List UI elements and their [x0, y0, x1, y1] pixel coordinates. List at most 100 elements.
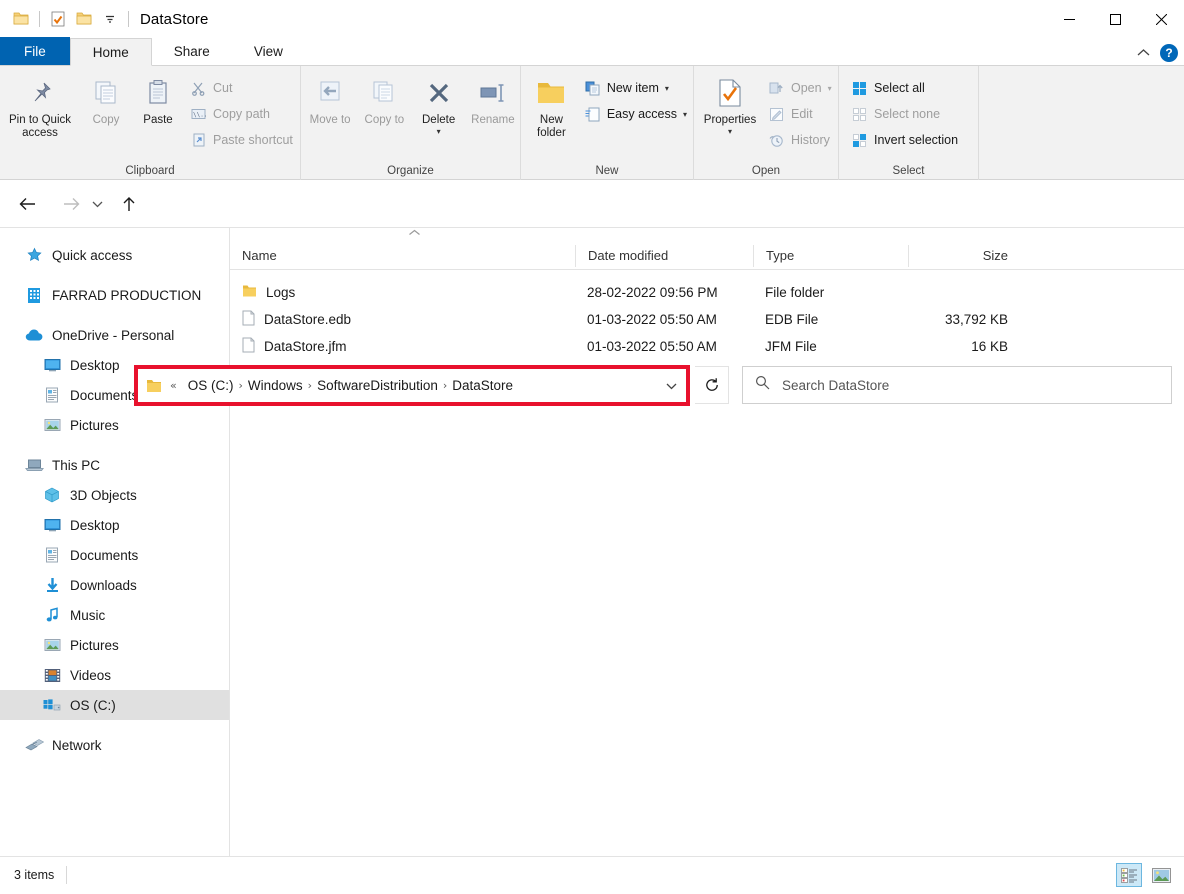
- breadcrumb-item-3[interactable]: DataStore: [447, 372, 518, 399]
- sidebar-item-videos[interactable]: Videos: [0, 660, 229, 690]
- details-view-button[interactable]: [1116, 863, 1142, 887]
- paste-shortcut-button[interactable]: Paste shortcut: [184, 128, 299, 152]
- network-icon: [24, 738, 44, 753]
- open-caret-icon[interactable]: ▾: [828, 84, 832, 93]
- edit-button[interactable]: Edit: [762, 102, 838, 126]
- sidebar-item-quick-access[interactable]: Quick access: [0, 240, 229, 270]
- table-row[interactable]: Logs 28-02-2022 09:56 PM File folder: [230, 279, 1184, 306]
- breadcrumb-item-1[interactable]: Windows: [243, 372, 308, 399]
- chevron-up-icon[interactable]: [1137, 46, 1150, 60]
- help-button[interactable]: ?: [1160, 44, 1178, 62]
- breadcrumb-item-0[interactable]: OS (C:): [183, 372, 239, 399]
- search-box[interactable]: Search DataStore: [742, 366, 1172, 404]
- select-none-label: Select none: [874, 107, 941, 121]
- column-header-date-modified[interactable]: Date modified: [575, 244, 753, 267]
- open-button[interactable]: Open ▾: [762, 76, 838, 100]
- sidebar-label: Desktop: [70, 517, 120, 533]
- properties-caret-icon[interactable]: ▾: [728, 127, 732, 136]
- sidebar-label: Downloads: [70, 577, 137, 593]
- breadcrumb-dropdown-icon[interactable]: [658, 372, 684, 399]
- cut-button[interactable]: Cut: [184, 76, 299, 100]
- desktop-icon: [42, 358, 62, 372]
- new-folder-button[interactable]: New folder: [525, 70, 578, 140]
- sidebar-label: FARRAD PRODUCTION: [52, 287, 202, 303]
- sidebar-item-network[interactable]: Network: [0, 730, 229, 760]
- sidebar-item-documents[interactable]: Documents: [0, 540, 229, 570]
- search-input[interactable]: Search DataStore: [782, 378, 889, 393]
- file-name-cell[interactable]: DataStore.edb: [230, 310, 575, 329]
- easy-access-button[interactable]: Easy access ▾: [578, 102, 693, 126]
- file-list-pane: Name Date modified Type Size Logs 28-02-…: [230, 228, 1184, 856]
- sidebar-item-music[interactable]: Music: [0, 600, 229, 630]
- table-row[interactable]: DataStore.jfm 01-03-2022 05:50 AM JFM Fi…: [230, 333, 1184, 360]
- tab-home[interactable]: Home: [69, 38, 152, 66]
- customize-dropdown-icon[interactable]: [97, 6, 123, 32]
- sidebar-item-3d-objects[interactable]: 3D Objects: [0, 480, 229, 510]
- column-header-type[interactable]: Type: [753, 244, 908, 267]
- rename-icon: [477, 74, 509, 112]
- ribbon-group-label-organize: Organize: [387, 165, 434, 177]
- file-name-cell[interactable]: Logs: [230, 284, 575, 301]
- select-all-button[interactable]: Select all: [845, 76, 964, 100]
- sidebar-item-this-pc[interactable]: This PC: [0, 450, 229, 480]
- copy-button[interactable]: Copy: [80, 70, 132, 127]
- delete-button[interactable]: Delete ▾: [412, 70, 466, 136]
- back-button[interactable]: [12, 189, 42, 219]
- move-to-button[interactable]: Move to: [303, 70, 357, 127]
- refresh-button[interactable]: [695, 366, 729, 404]
- forward-button[interactable]: [56, 189, 86, 219]
- new-folder-icon[interactable]: [71, 6, 97, 32]
- properties-icon[interactable]: [45, 6, 71, 32]
- file-type-cell: File folder: [765, 285, 825, 300]
- copy-path-button[interactable]: \\.. Copy path: [184, 102, 299, 126]
- rename-button[interactable]: Rename: [466, 70, 520, 127]
- new-item-caret-icon[interactable]: ▾: [665, 84, 669, 93]
- sidebar-item-os-c[interactable]: OS (C:): [0, 690, 229, 720]
- column-header-size[interactable]: Size: [908, 244, 1008, 267]
- ribbon-group-label-new: New: [595, 165, 619, 177]
- documents-icon: [42, 387, 62, 403]
- properties-button[interactable]: Properties ▾: [698, 70, 762, 136]
- sidebar-label: Documents: [70, 387, 139, 403]
- invert-selection-button[interactable]: Invert selection: [845, 128, 964, 152]
- paste-icon: [143, 74, 173, 112]
- minimize-button[interactable]: [1046, 0, 1092, 38]
- new-folder-icon: [535, 74, 567, 112]
- file-size-cell: 33,792 KB: [944, 312, 1008, 327]
- select-all-icon: [851, 80, 868, 97]
- tab-share[interactable]: Share: [152, 37, 232, 65]
- easy-access-caret-icon[interactable]: ▾: [683, 110, 687, 119]
- delete-caret-icon[interactable]: ▾: [437, 127, 441, 136]
- tab-view[interactable]: View: [232, 37, 305, 65]
- sidebar-item-downloads[interactable]: Downloads: [0, 570, 229, 600]
- history-button[interactable]: History: [762, 128, 838, 152]
- file-name-cell[interactable]: DataStore.jfm: [230, 337, 575, 356]
- breadcrumb-overflow[interactable]: «: [162, 379, 183, 392]
- select-none-button[interactable]: Select none: [845, 102, 964, 126]
- new-item-button[interactable]: New item ▾: [578, 76, 693, 100]
- paste-shortcut-label: Paste shortcut: [213, 133, 293, 147]
- main-area: Quick access FARRAD PRODUCTION OneDrive …: [0, 228, 1184, 856]
- large-icons-view-button[interactable]: [1148, 863, 1174, 887]
- sidebar-item-pictures[interactable]: Pictures: [0, 630, 229, 660]
- new-item-label: New item: [606, 81, 659, 95]
- maximize-button[interactable]: [1092, 0, 1138, 38]
- pin-to-quick-access-button[interactable]: Pin to Quick access: [0, 70, 80, 140]
- breadcrumb[interactable]: « OS (C:) › Windows › SoftwareDistributi…: [138, 369, 686, 402]
- sidebar-item-onedrive-personal[interactable]: OneDrive - Personal: [0, 320, 229, 350]
- folder-icon[interactable]: [8, 6, 34, 32]
- up-button[interactable]: [114, 189, 144, 219]
- ribbon-group-label-open: Open: [751, 165, 781, 177]
- close-button[interactable]: [1138, 0, 1184, 38]
- paste-button[interactable]: Paste: [132, 70, 184, 127]
- column-header-name[interactable]: Name: [230, 245, 575, 267]
- sidebar-item-desktop[interactable]: Desktop: [0, 510, 229, 540]
- table-row[interactable]: DataStore.edb 01-03-2022 05:50 AM EDB Fi…: [230, 306, 1184, 333]
- breadcrumb-item-2[interactable]: SoftwareDistribution: [312, 372, 443, 399]
- sidebar-item-farrad-production[interactable]: FARRAD PRODUCTION: [0, 280, 229, 310]
- copy-to-button[interactable]: Copy to: [357, 70, 411, 127]
- sidebar-item-onedrive-pictures[interactable]: Pictures: [0, 410, 229, 440]
- recent-locations-button[interactable]: [86, 189, 108, 219]
- tab-file[interactable]: File: [0, 37, 70, 65]
- delete-label: Delete: [422, 114, 456, 126]
